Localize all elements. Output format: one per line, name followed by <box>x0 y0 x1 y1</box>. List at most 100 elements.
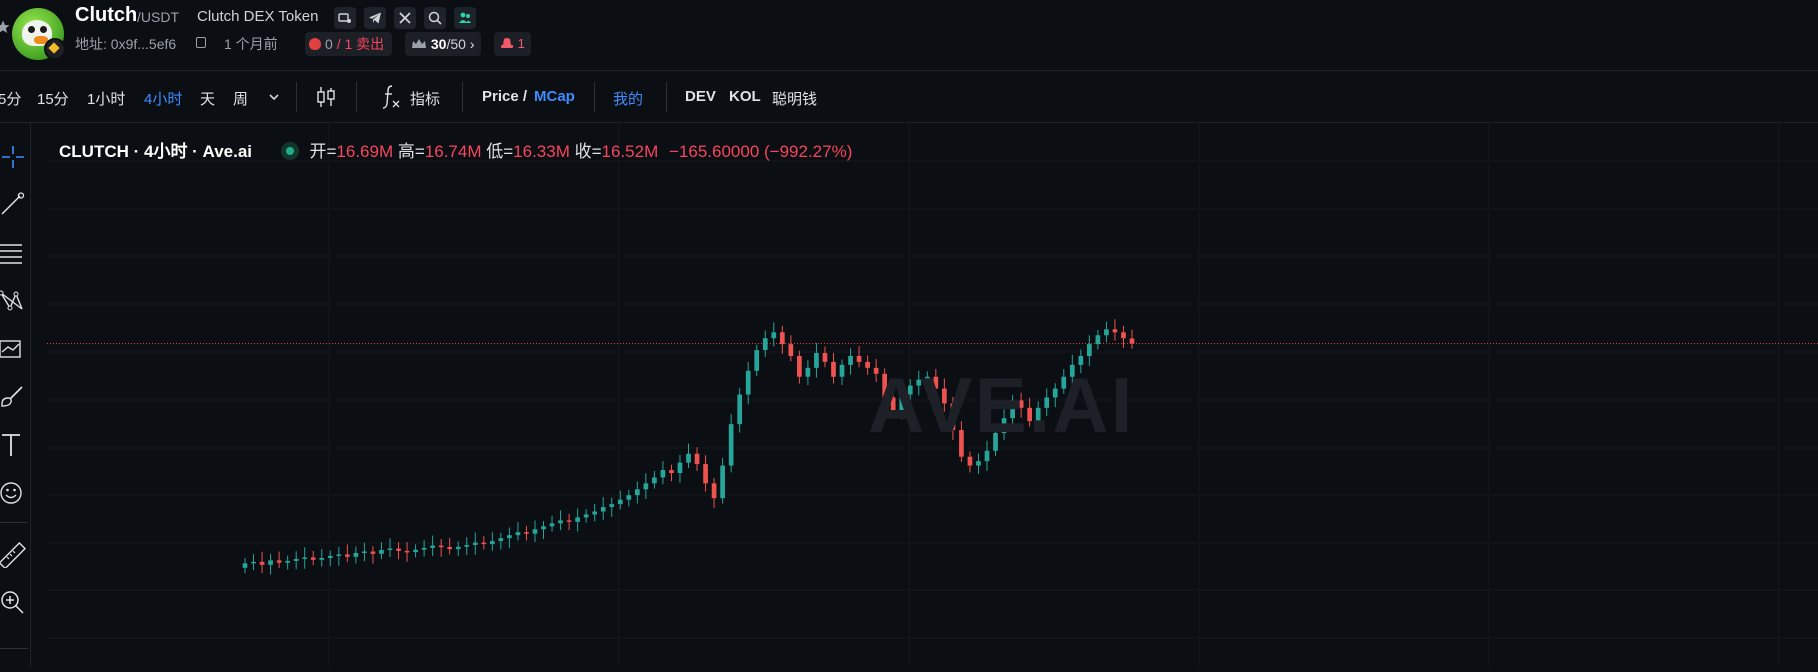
interval-5m[interactable]: 5分 <box>0 88 21 109</box>
candle-body <box>967 456 973 466</box>
dev-filter[interactable]: DEV <box>685 88 716 105</box>
candle-body <box>583 514 589 518</box>
kol-filter[interactable]: KOL <box>729 88 761 105</box>
candle <box>754 344 760 377</box>
candle-body <box>302 557 308 559</box>
fx-indicator-icon[interactable] <box>380 84 402 110</box>
token-header: Clutch /USDT Clutch DEX Token 地址: 0x9f..… <box>0 0 1818 71</box>
smart-money-filter[interactable]: 聪明钱 <box>772 88 817 109</box>
search-icon[interactable] <box>424 7 446 29</box>
community-icon[interactable] <box>454 7 476 29</box>
candle-body <box>438 545 444 548</box>
candle-body <box>387 548 393 551</box>
candle <box>771 322 777 347</box>
website-icon[interactable] <box>334 7 356 29</box>
candle <box>634 481 640 504</box>
candle-body <box>694 453 700 465</box>
close-label: 收= <box>574 142 602 161</box>
fib-lines-icon[interactable] <box>0 240 26 266</box>
pattern-icon[interactable] <box>0 288 26 314</box>
zoom-in-icon[interactable] <box>0 590 26 616</box>
interval-1d[interactable]: 天 <box>200 88 215 109</box>
forecast-icon[interactable] <box>0 336 26 362</box>
candle-body <box>686 453 691 463</box>
candle <box>336 546 342 566</box>
interval-1w[interactable]: 周 <box>233 88 248 109</box>
candle <box>600 496 606 520</box>
candle <box>541 520 546 540</box>
favorite-star-icon[interactable] <box>0 20 10 34</box>
candle <box>720 457 725 504</box>
ruler-icon[interactable] <box>0 542 26 568</box>
candle-body <box>677 462 683 473</box>
candle <box>362 542 367 562</box>
candle-body <box>515 532 521 536</box>
candle <box>404 542 410 562</box>
candle-body <box>353 552 359 557</box>
candle-body <box>532 529 538 534</box>
candle-body <box>779 332 785 345</box>
brush-icon[interactable] <box>0 384 26 410</box>
candle-body <box>592 511 598 515</box>
interval-15m[interactable]: 15分 <box>37 88 69 109</box>
telegram-icon[interactable] <box>364 7 386 29</box>
candle-body <box>285 560 290 563</box>
x-icon[interactable] <box>394 7 416 29</box>
candle-body <box>1129 338 1135 344</box>
candle <box>379 542 384 560</box>
candle <box>856 345 862 368</box>
rug-badge[interactable]: 1 <box>494 32 531 56</box>
candle <box>302 547 308 569</box>
mine-filter[interactable]: 我的 <box>613 88 643 109</box>
candle-body <box>251 561 256 564</box>
candle-body <box>1121 332 1126 339</box>
candle-body <box>1095 335 1101 345</box>
interval-4h[interactable]: 4小时 <box>144 88 182 109</box>
sell-badge[interactable]: 0 / 1 卖出 <box>305 32 393 56</box>
candle-body <box>319 558 325 560</box>
change-value: −165.60000 (−992.27%) <box>668 142 853 161</box>
candle <box>489 532 495 551</box>
candle <box>805 360 811 386</box>
indicators-button[interactable]: 指标 <box>410 88 440 109</box>
candle-body <box>848 355 853 365</box>
price-toggle[interactable]: Price / <box>482 88 527 105</box>
candle-body <box>242 563 248 568</box>
candle <box>259 551 265 574</box>
candle-body <box>575 517 580 522</box>
candle <box>498 532 504 550</box>
candle-body <box>839 364 845 377</box>
candle-body <box>421 547 427 550</box>
candle <box>839 359 845 386</box>
copy-icon[interactable] <box>196 37 206 48</box>
candle <box>549 515 555 532</box>
candle-body <box>720 465 725 499</box>
candle-body <box>669 470 674 473</box>
candle <box>524 525 529 541</box>
chevron-down-icon[interactable] <box>268 92 280 102</box>
candle <box>652 470 657 489</box>
interval-1h[interactable]: 1小时 <box>87 88 125 109</box>
candle-body <box>822 353 828 362</box>
crown-icon <box>412 39 426 48</box>
crosshair-icon[interactable] <box>0 144 26 170</box>
text-icon[interactable] <box>0 432 26 458</box>
candle-body <box>984 450 990 462</box>
candlestick-type-icon[interactable] <box>315 85 337 109</box>
candle-body <box>268 560 273 565</box>
toolbar-divider <box>356 82 357 112</box>
trendline-icon[interactable] <box>0 192 26 218</box>
candle <box>686 443 691 468</box>
candle <box>1112 319 1118 341</box>
candle <box>430 535 435 557</box>
mcap-toggle[interactable]: MCap <box>534 88 575 105</box>
candle <box>438 539 444 557</box>
holders-badge[interactable]: 30/50 › <box>405 32 481 56</box>
candle <box>1104 321 1109 343</box>
candle <box>413 544 418 558</box>
emoji-icon[interactable] <box>0 480 26 506</box>
candle <box>558 510 563 531</box>
candle-body <box>507 535 512 539</box>
sidebar-divider <box>0 522 28 523</box>
candle <box>660 461 666 485</box>
